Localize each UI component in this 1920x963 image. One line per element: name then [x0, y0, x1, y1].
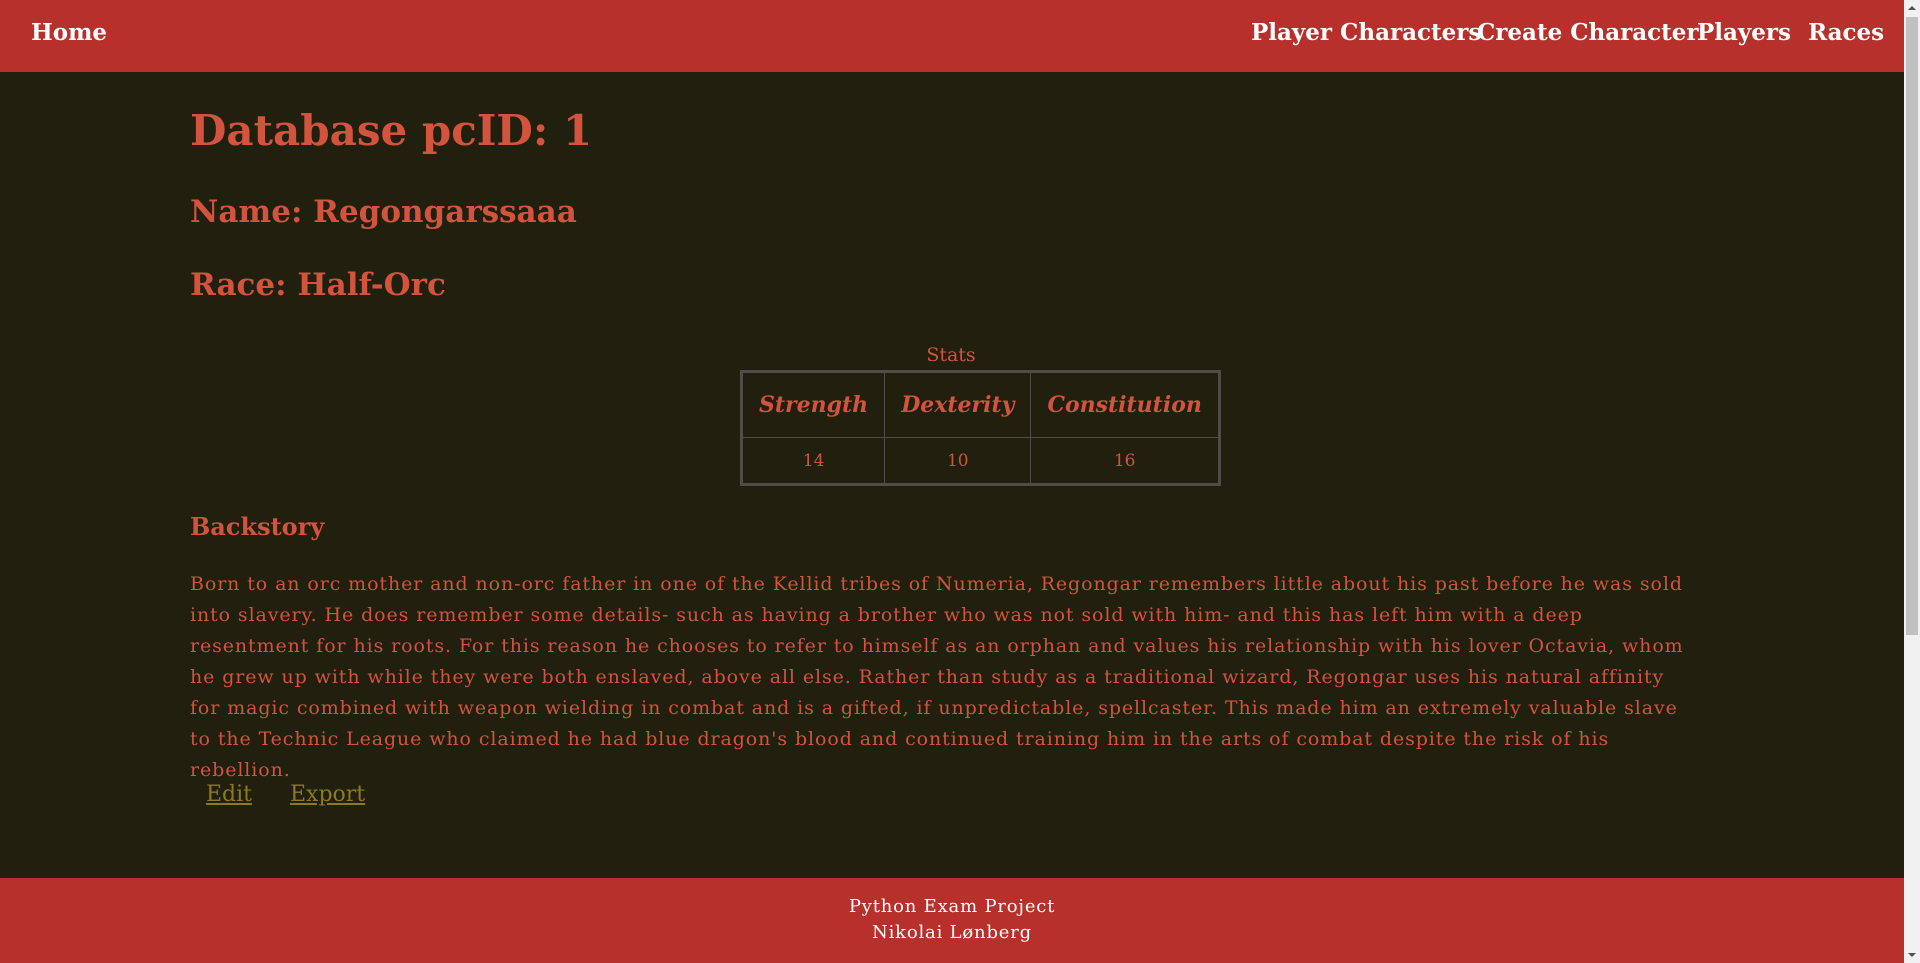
footer-project-name: Python Exam Project	[848, 896, 1056, 917]
nav-players-link[interactable]: Players	[1697, 19, 1791, 46]
database-id-heading: Database pcID: 1	[190, 106, 593, 155]
stat-value-constitution: 16	[1030, 437, 1220, 485]
backstory-heading: Backstory	[190, 512, 325, 541]
character-name-heading: Name: Regongarssaaa	[190, 194, 577, 230]
footer: Python Exam Project Nikolai Lønberg	[0, 878, 1904, 963]
scroll-up-arrow-icon[interactable]	[1904, 0, 1920, 16]
nav-home-link[interactable]: Home	[31, 19, 107, 46]
nav-player-characters-link[interactable]: Player Characters	[1251, 19, 1481, 46]
stats-caption: Stats	[926, 344, 976, 366]
page: Home Player Characters Create Character …	[0, 0, 1904, 963]
scrollbar-thumb[interactable]	[1906, 17, 1918, 635]
stat-header-dexterity: Dexterity	[884, 371, 1032, 438]
stat-value-strength: 14	[740, 437, 886, 485]
vertical-scrollbar[interactable]	[1904, 0, 1920, 963]
nav-races-link[interactable]: Races	[1808, 19, 1884, 46]
character-race-heading: Race: Half-Orc	[190, 267, 446, 303]
stat-header-constitution: Constitution	[1030, 371, 1220, 438]
stat-header-strength: Strength	[740, 371, 886, 438]
stats-table: Strength Dexterity Constitution 14 10 16	[740, 370, 1221, 486]
stats-header-row: Strength Dexterity Constitution	[740, 371, 1220, 438]
footer-author-name: Nikolai Lønberg	[872, 922, 1032, 943]
backstory-text: Born to an orc mother and non-orc father…	[190, 573, 1684, 781]
navbar: Home Player Characters Create Character …	[0, 0, 1904, 72]
scroll-down-arrow-icon[interactable]	[1904, 947, 1920, 963]
edit-link[interactable]: Edit	[206, 782, 252, 807]
nav-create-character-link[interactable]: Create Character	[1477, 19, 1699, 46]
export-link[interactable]: Export	[290, 782, 365, 807]
stats-value-row: 14 10 16	[740, 437, 1220, 485]
stat-value-dexterity: 10	[884, 437, 1032, 485]
